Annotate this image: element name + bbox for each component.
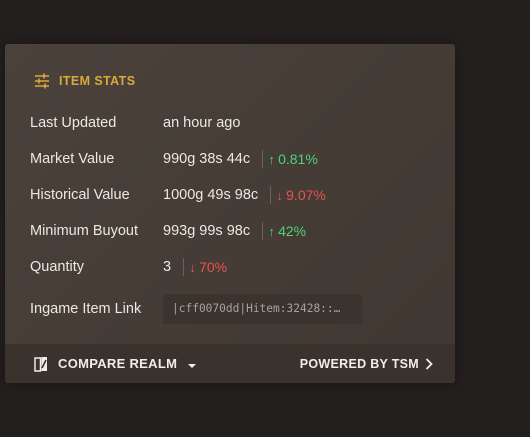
stat-label: Historical Value (30, 187, 130, 203)
compare-realm-label: COMPARE REALM (58, 356, 178, 371)
item-stats-card: ITEM STATS Last Updated an hour ago Mark… (5, 44, 455, 383)
arrow-down-icon: ↓ (276, 187, 283, 203)
stat-row-last-updated: Last Updated an hour ago (30, 105, 440, 141)
change-value: 70% (199, 259, 228, 275)
change-value: 0.81% (278, 151, 318, 167)
arrow-up-icon: ↑ (268, 223, 275, 239)
compare-realm-icon (32, 355, 50, 373)
stat-row-market-value: Market Value 990g 38s 44c ↑ 0.81% (30, 141, 440, 177)
powered-by-tsm-link[interactable]: POWERED BY TSM (300, 357, 433, 371)
card-header: ITEM STATS (33, 72, 135, 90)
stat-value: 990g 38s 44c (163, 151, 251, 167)
sliders-icon (33, 72, 51, 90)
stat-label: Minimum Buyout (30, 223, 138, 239)
stat-value: 993g 99s 98c (163, 223, 251, 239)
compare-realm-button[interactable]: COMPARE REALM (32, 355, 197, 373)
chevron-right-icon (425, 357, 433, 370)
arrow-down-icon: ↓ (189, 259, 196, 275)
change-badge: ↑ 0.81% (262, 150, 318, 168)
change-value: 42% (278, 223, 307, 239)
caret-down-icon (187, 359, 197, 369)
stat-value: 3 (163, 259, 172, 275)
stat-row-historical-value: Historical Value 1000g 49s 98c ↓ 9.07% (30, 177, 440, 213)
stat-label: Quantity (30, 259, 84, 275)
change-badge: ↓ 9.07% (270, 186, 326, 204)
stat-value: an hour ago (163, 115, 241, 131)
stat-row-item-link: Ingame Item Link |cff0070dd|Hitem:32428:… (30, 285, 440, 333)
stat-label: Ingame Item Link (30, 301, 142, 317)
change-value: 9.07% (286, 187, 326, 203)
stat-label: Last Updated (30, 115, 117, 131)
powered-by-label: POWERED BY TSM (299, 356, 419, 371)
change-badge: ↓ 70% (183, 258, 227, 276)
stat-label: Market Value (30, 151, 115, 167)
stat-row-minimum-buyout: Minimum Buyout 993g 99s 98c ↑ 42% (30, 213, 440, 249)
stat-row-quantity: Quantity 3 ↓ 70% (30, 249, 440, 285)
card-title: ITEM STATS (59, 74, 136, 88)
page-background: ITEM STATS Last Updated an hour ago Mark… (0, 0, 530, 437)
card-footer: COMPARE REALM POWERED BY TSM (5, 344, 455, 383)
change-badge: ↑ 42% (262, 222, 306, 240)
stat-value: 1000g 49s 98c (163, 187, 259, 203)
arrow-up-icon: ↑ (268, 151, 275, 167)
stats-list: Last Updated an hour ago Market Value 99… (30, 105, 440, 333)
item-link-field[interactable]: |cff0070dd|Hitem:32428::… (163, 294, 362, 324)
